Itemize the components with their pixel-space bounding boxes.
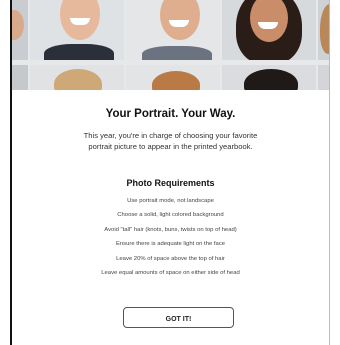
modal-title: Your Portrait. Your Way. bbox=[105, 108, 236, 120]
requirement-item: Avoid "tall" hair (knots, buns, twists o… bbox=[104, 226, 237, 233]
portrait-photo bbox=[12, 0, 28, 60]
portrait-photo bbox=[222, 65, 316, 90]
portrait-photo bbox=[30, 0, 124, 60]
portrait-photo bbox=[318, 0, 329, 60]
requirement-item: Use portrait mode, not landscape bbox=[127, 198, 214, 204]
requirements-heading: Photo Requirements bbox=[126, 178, 215, 188]
got-it-button[interactable]: GOT IT! bbox=[123, 307, 234, 328]
modal-body: Your Portrait. Your Way. This year, you'… bbox=[12, 90, 329, 345]
modal: Your Portrait. Your Way. This year, you'… bbox=[0, 0, 340, 345]
portrait-photo bbox=[222, 0, 316, 60]
requirements-list: Use portrait mode, not landscape Choose … bbox=[12, 194, 329, 280]
right-divider bbox=[329, 0, 330, 345]
portrait-photo bbox=[318, 65, 329, 90]
portrait-photo bbox=[12, 65, 28, 90]
portrait-photo bbox=[126, 0, 220, 60]
requirement-item: Leave 20% of space above the top of hair bbox=[116, 255, 225, 262]
modal-intro: This year, you're in charge of choosing … bbox=[83, 131, 258, 151]
requirement-item: Ensure there is adequate light on the fa… bbox=[115, 241, 226, 248]
requirement-item: Choose a solid, light colored background bbox=[117, 212, 224, 219]
requirement-item: Leave equal amounts of space on either s… bbox=[101, 269, 240, 276]
portrait-photo bbox=[30, 65, 124, 90]
portrait-photo bbox=[126, 65, 220, 90]
portrait-photo-grid bbox=[12, 0, 329, 90]
